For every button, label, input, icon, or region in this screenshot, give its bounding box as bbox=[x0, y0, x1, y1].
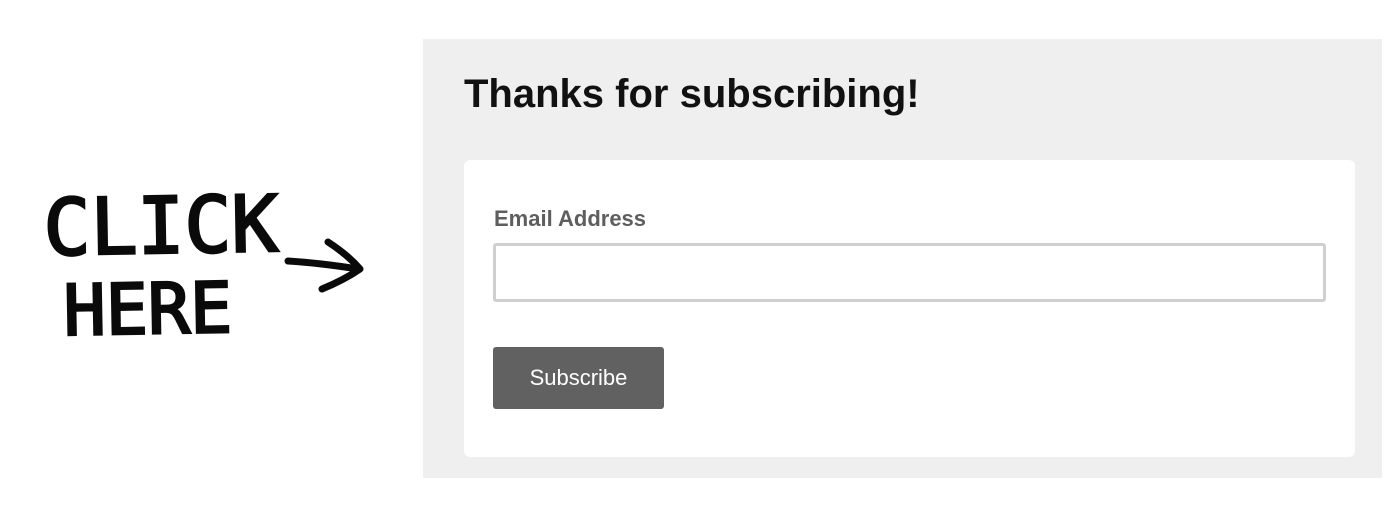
annotation-drawing: CLICK HERE bbox=[42, 185, 364, 353]
handwritten-annotation: CLICK HERE bbox=[30, 185, 380, 355]
subscribe-button[interactable]: Subscribe bbox=[493, 347, 664, 409]
email-field[interactable] bbox=[493, 243, 1326, 302]
subscribe-form-card: Email Address Subscribe bbox=[464, 160, 1355, 457]
page: CLICK HERE Thanks for subscribing! Email… bbox=[0, 0, 1400, 505]
right-arrow-icon bbox=[284, 238, 364, 293]
email-label: Email Address bbox=[494, 206, 647, 231]
annotation-line-2: HERE bbox=[63, 267, 233, 352]
panel-title: Thanks for subscribing! bbox=[464, 72, 920, 116]
annotation-line-1: CLICK bbox=[43, 185, 279, 274]
subscribe-panel: Thanks for subscribing! Email Address Su… bbox=[423, 39, 1382, 478]
